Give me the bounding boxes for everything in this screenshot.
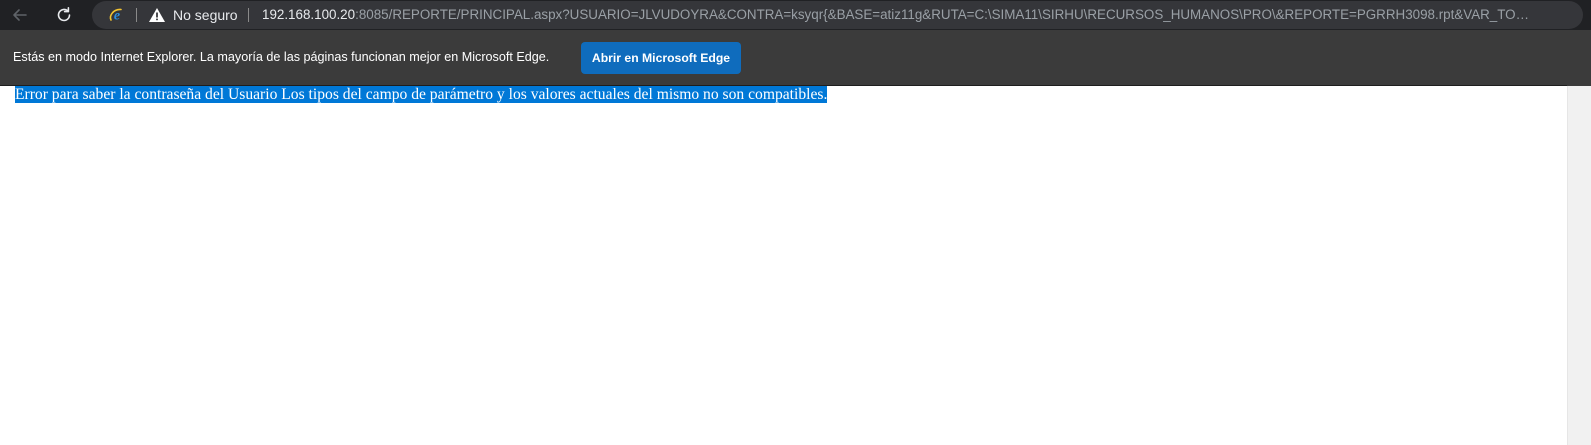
ie-mode-message: Estás en modo Internet Explorer. La mayo… <box>13 50 550 64</box>
vertical-scrollbar[interactable] <box>1567 30 1591 445</box>
arrow-left-icon <box>13 9 27 21</box>
url-path: :8085/REPORTE/PRINCIPAL.aspx?USUARIO=JLV… <box>355 7 1532 22</box>
address-separator <box>136 8 137 22</box>
refresh-icon <box>57 7 71 22</box>
scrollbar-header-strip <box>1567 30 1591 86</box>
url-host: 192.168.100.20 <box>262 7 356 22</box>
page-content: Error para saber la contraseña del Usuar… <box>0 86 1567 445</box>
back-button[interactable] <box>5 0 35 30</box>
open-in-edge-button[interactable]: Abrir en Microsoft Edge <box>581 42 741 74</box>
warning-triangle-icon[interactable] <box>148 6 166 24</box>
svg-text:e: e <box>114 9 120 24</box>
refresh-button[interactable] <box>49 0 79 30</box>
internet-explorer-icon[interactable]: e <box>108 6 126 24</box>
address-separator <box>248 8 249 22</box>
browser-toolbar: e No seguro 192.168.100.20:8085/REPORTE/… <box>0 0 1591 30</box>
url-text[interactable]: 192.168.100.20:8085/REPORTE/PRINCIPAL.as… <box>262 1 1532 29</box>
security-label[interactable]: No seguro <box>173 1 238 29</box>
error-message: Error para saber la contraseña del Usuar… <box>15 86 828 103</box>
address-bar[interactable]: e No seguro 192.168.100.20:8085/REPORTE/… <box>92 1 1583 29</box>
ie-mode-notification-bar: Estás en modo Internet Explorer. La mayo… <box>0 30 1567 86</box>
